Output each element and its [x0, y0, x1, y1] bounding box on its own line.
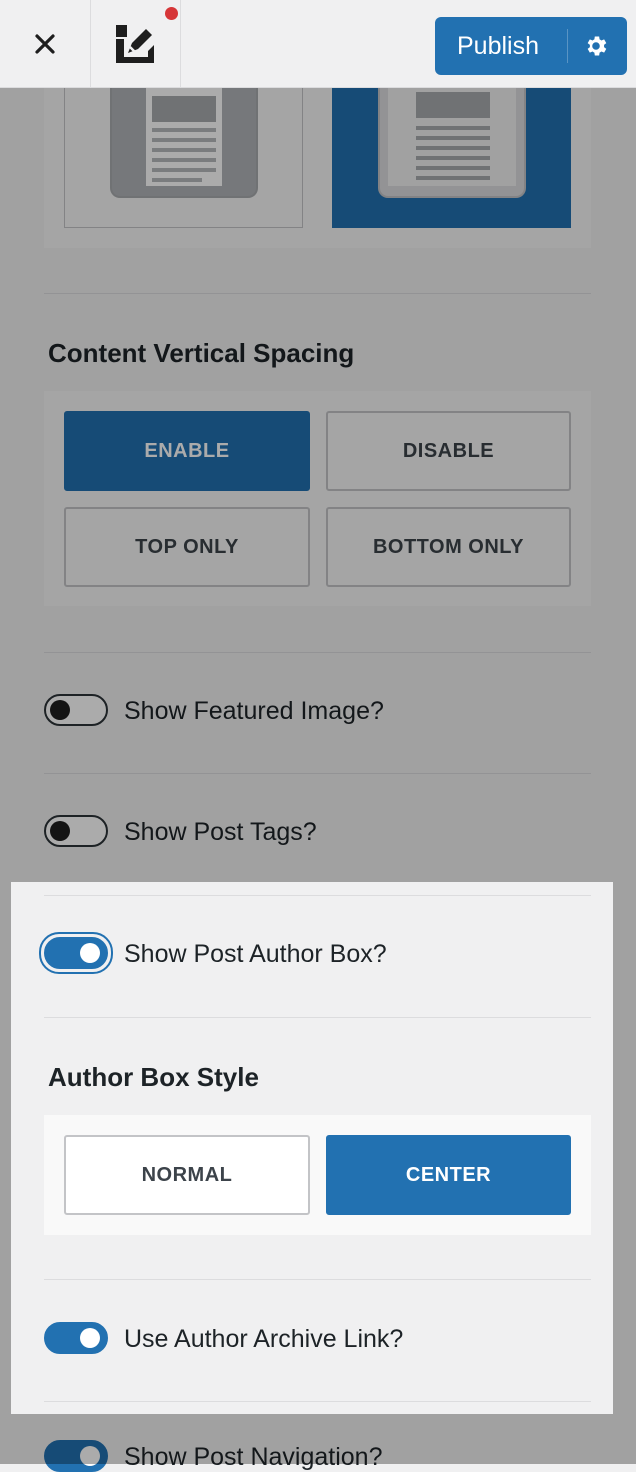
- dim-overlay-right: [613, 882, 636, 1414]
- close-button[interactable]: [0, 0, 90, 88]
- layout-preview-boxed: [110, 88, 258, 198]
- featured-image-label: Show Featured Image?: [124, 697, 384, 725]
- author-style-center-button[interactable]: CENTER: [326, 1135, 571, 1215]
- publish-separator: [567, 29, 568, 63]
- toggle-knob: [80, 1328, 100, 1348]
- post-navigation-toggle[interactable]: [44, 1440, 108, 1472]
- toggle-knob: [50, 821, 70, 841]
- author-archive-label: Use Author Archive Link?: [124, 1325, 404, 1353]
- post-navigation-label: Show Post Navigation?: [124, 1443, 383, 1471]
- author-archive-toggle[interactable]: [44, 1322, 108, 1354]
- toggle-knob: [80, 1446, 100, 1466]
- author-style-normal-button[interactable]: NORMAL: [64, 1135, 310, 1215]
- layout-preview-header: [416, 92, 490, 118]
- section-divider: [44, 1017, 591, 1018]
- header-divider: [180, 0, 181, 88]
- notification-dot: [165, 7, 178, 20]
- toggle-knob: [50, 700, 70, 720]
- dim-overlay-left: [0, 882, 11, 1414]
- section-divider: [44, 895, 591, 896]
- spacing-disable-button[interactable]: DISABLE: [326, 411, 571, 491]
- publish-label: Publish: [457, 31, 539, 60]
- section-divider: [44, 1279, 591, 1280]
- spacing-enable-button[interactable]: ENABLE: [64, 411, 310, 491]
- layout-preview-fullwidth: [378, 88, 526, 198]
- section-divider: [44, 652, 591, 653]
- spacing-top-only-button[interactable]: TOP ONLY: [64, 507, 310, 587]
- post-tags-label: Show Post Tags?: [124, 818, 317, 846]
- layout-preview-header: [152, 96, 216, 122]
- author-box-label: Show Post Author Box?: [124, 940, 387, 968]
- section-divider: [44, 773, 591, 774]
- layout-preview-page: [388, 88, 516, 186]
- gear-icon[interactable]: [583, 33, 609, 59]
- customize-brush-icon: [116, 25, 154, 63]
- section-divider: [44, 293, 591, 294]
- author-box-toggle[interactable]: [44, 937, 108, 969]
- toggle-knob: [80, 943, 100, 963]
- publish-button[interactable]: Publish: [435, 17, 627, 75]
- close-icon: [35, 34, 55, 54]
- spacing-bottom-only-button[interactable]: BOTTOM ONLY: [326, 507, 571, 587]
- post-tags-toggle[interactable]: [44, 815, 108, 847]
- author-box-style-title: Author Box Style: [48, 1062, 259, 1092]
- layout-preview-page: [146, 88, 222, 186]
- section-divider: [44, 1401, 591, 1402]
- featured-image-toggle[interactable]: [44, 694, 108, 726]
- content-vertical-spacing-title: Content Vertical Spacing: [48, 338, 355, 368]
